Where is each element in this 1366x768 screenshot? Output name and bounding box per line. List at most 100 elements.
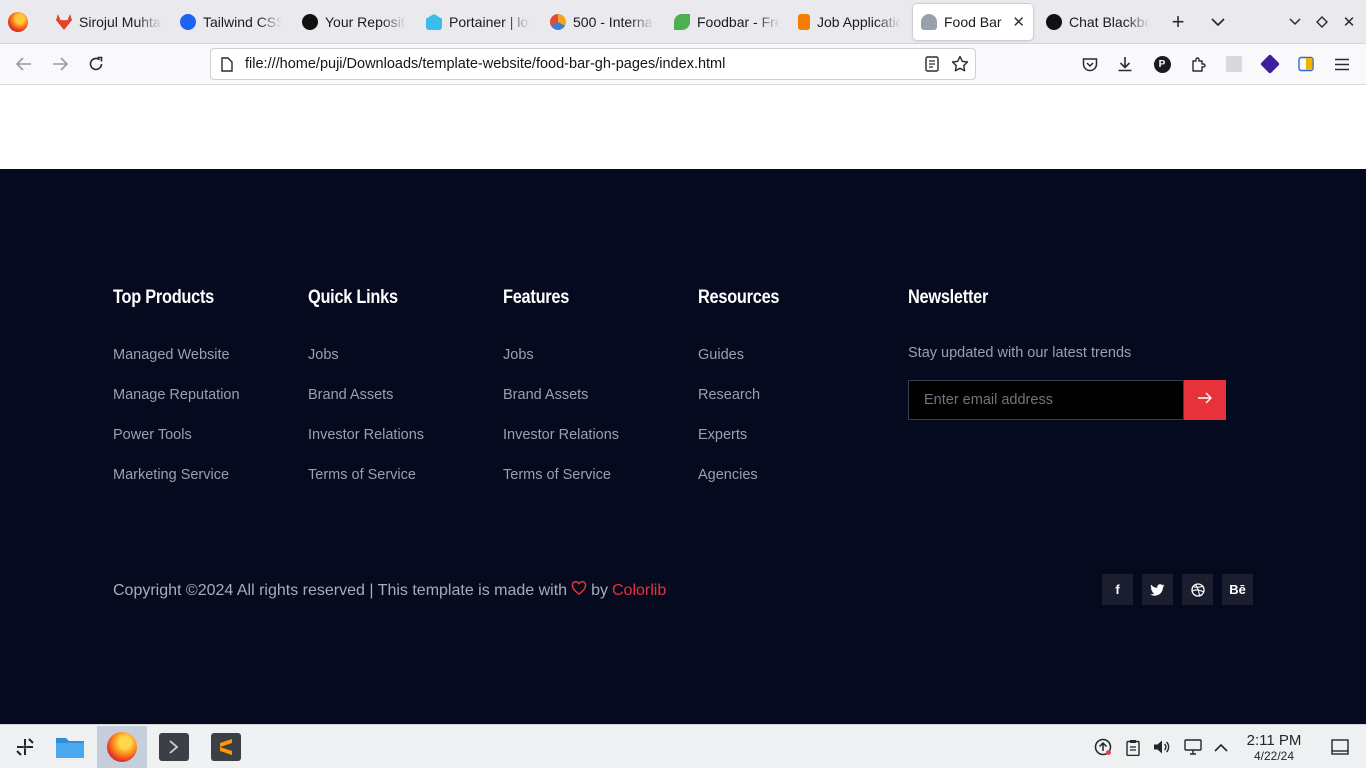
- minimize-window-icon[interactable]: [1283, 10, 1307, 34]
- tab-list-chevron-icon[interactable]: [1206, 10, 1230, 34]
- sidebar-extension-icon[interactable]: [1296, 54, 1316, 74]
- job-icon: [798, 14, 810, 30]
- tab-title: Chat Blackbox: [1069, 14, 1150, 30]
- footer-heading-resources: Resources: [698, 287, 780, 308]
- github-icon: [302, 14, 318, 30]
- system-clock[interactable]: 2:11 PM 4/22/24: [1236, 732, 1312, 763]
- facebook-icon[interactable]: f: [1102, 574, 1133, 605]
- hamburger-menu-icon[interactable]: [1332, 54, 1352, 74]
- tab-tailwind[interactable]: Tailwind CSS: [172, 4, 290, 40]
- address-bar[interactable]: file:///home/puji/Downloads/template-web…: [210, 48, 976, 80]
- file-manager-icon[interactable]: [45, 726, 95, 768]
- forward-icon[interactable]: [48, 52, 72, 76]
- footer-link[interactable]: Brand Assets: [503, 387, 588, 403]
- footer-link[interactable]: Marketing Service: [113, 467, 229, 483]
- tab-foodbar-free[interactable]: Foodbar - Free: [666, 4, 788, 40]
- tab-job-application[interactable]: Job Application: [790, 4, 910, 40]
- blackbox-icon: [1046, 14, 1062, 30]
- tab-food-bar[interactable]: Food Bar ✕: [913, 4, 1033, 40]
- extensions-puzzle-icon[interactable]: [1188, 54, 1208, 74]
- footer-heading-quick-links: Quick Links: [308, 287, 398, 308]
- sublime-text-icon[interactable]: [201, 726, 251, 768]
- arrow-right-icon: [1197, 391, 1213, 409]
- tab-title: Portainer | localhost: [449, 14, 530, 30]
- terminal-icon[interactable]: [149, 726, 199, 768]
- footer-link[interactable]: Investor Relations: [308, 427, 424, 443]
- tab-repositories[interactable]: Your Repositories: [294, 4, 414, 40]
- reload-icon[interactable]: [84, 52, 108, 76]
- newsletter-description: Stay updated with our latest trends: [908, 345, 1132, 361]
- colorlib-link[interactable]: Colorlib: [612, 582, 666, 600]
- firefox-view-icon[interactable]: [8, 12, 28, 32]
- food-bar-icon: [921, 14, 937, 30]
- tab-sirojul[interactable]: Sirojul Muhtadi: [48, 4, 170, 40]
- newsletter-email-input[interactable]: [908, 380, 1184, 420]
- copyright-text: Copyright ©2024 All rights reserved | Th…: [113, 580, 666, 600]
- footer-link[interactable]: Guides: [698, 347, 744, 363]
- show-desktop-icon[interactable]: [1330, 737, 1350, 757]
- url-text[interactable]: file:///home/puji/Downloads/template-web…: [245, 49, 725, 79]
- tab-chat-blackbox[interactable]: Chat Blackbox: [1038, 4, 1158, 40]
- downloads-icon[interactable]: [1115, 54, 1135, 74]
- footer-link[interactable]: Terms of Service: [503, 467, 611, 483]
- footer-link[interactable]: Research: [698, 387, 760, 403]
- update-notifier-icon[interactable]: [1093, 737, 1113, 757]
- footer-link[interactable]: Terms of Service: [308, 467, 416, 483]
- maximize-window-icon[interactable]: [1310, 10, 1334, 34]
- footer-link[interactable]: Agencies: [698, 467, 758, 483]
- tab-title: Foodbar - Free: [697, 14, 780, 30]
- footer-heading-newsletter: Newsletter: [908, 287, 989, 308]
- clock-time: 2:11 PM: [1246, 732, 1302, 749]
- close-tab-icon[interactable]: ✕: [1012, 13, 1025, 31]
- footer-heading-top-products: Top Products: [113, 287, 214, 308]
- bookmark-star-icon[interactable]: [951, 55, 969, 78]
- footer-heading-features: Features: [503, 287, 570, 308]
- tab-strip: Sirojul Muhtadi Tailwind CSS Your Reposi…: [0, 0, 1366, 44]
- twitter-icon[interactable]: [1142, 574, 1173, 605]
- copyright-prefix: Copyright ©2024 All rights reserved | Th…: [113, 581, 568, 599]
- clock-date: 4/22/24: [1253, 749, 1295, 763]
- tab-title: Food Bar: [944, 14, 1002, 30]
- clipboard-icon[interactable]: [1123, 737, 1143, 757]
- grid-extension-icon[interactable]: [1224, 54, 1244, 74]
- close-window-icon[interactable]: ✕: [1337, 10, 1361, 34]
- network-icon[interactable]: [1183, 737, 1203, 757]
- reader-view-icon[interactable]: [925, 56, 939, 77]
- dribbble-icon[interactable]: [1182, 574, 1213, 605]
- new-tab-icon[interactable]: +: [1166, 9, 1190, 34]
- diamond-extension-icon[interactable]: [1260, 54, 1280, 74]
- tab-title: Tailwind CSS: [203, 14, 282, 30]
- footer-link[interactable]: Investor Relations: [503, 427, 619, 443]
- tab-portainer[interactable]: Portainer | localhost: [418, 4, 538, 40]
- footer-link[interactable]: Experts: [698, 427, 747, 443]
- back-icon[interactable]: [12, 52, 36, 76]
- tailwind-icon: [180, 14, 196, 30]
- footer-link[interactable]: Power Tools: [113, 427, 192, 443]
- footer-link[interactable]: Manage Reputation: [113, 387, 240, 403]
- page-file-icon: [221, 57, 233, 77]
- navigation-toolbar: file:///home/puji/Downloads/template-web…: [0, 44, 1366, 85]
- pocket-icon[interactable]: [1080, 54, 1100, 74]
- error-page-icon: [550, 14, 566, 30]
- footer-link[interactable]: Managed Website: [113, 347, 230, 363]
- behance-icon[interactable]: Bē: [1222, 574, 1253, 605]
- tray-expand-chevron-icon[interactable]: [1211, 737, 1231, 757]
- copyright-by: by: [591, 581, 608, 599]
- system-taskbar: 2:11 PM 4/22/24: [0, 724, 1366, 768]
- profile-extension-icon[interactable]: P: [1152, 54, 1172, 74]
- portainer-icon: [426, 14, 442, 30]
- page-viewport: Top Products Managed Website Manage Repu…: [0, 85, 1366, 724]
- footer-link[interactable]: Brand Assets: [308, 387, 393, 403]
- footer-link[interactable]: Jobs: [503, 347, 534, 363]
- application-launcher-icon[interactable]: [0, 726, 50, 768]
- gitlab-icon: [56, 14, 72, 30]
- tab-title: 500 - Internal Server Error: [573, 14, 654, 30]
- volume-icon[interactable]: [1152, 737, 1172, 757]
- tab-title: Sirojul Muhtadi: [79, 14, 162, 30]
- newsletter-submit-button[interactable]: [1184, 380, 1226, 420]
- footer-link[interactable]: Jobs: [308, 347, 339, 363]
- heart-icon: [571, 580, 587, 600]
- tab-500-error[interactable]: 500 - Internal Server Error: [542, 4, 662, 40]
- site-footer: Top Products Managed Website Manage Repu…: [0, 169, 1366, 724]
- firefox-taskbar-icon[interactable]: [97, 726, 147, 768]
